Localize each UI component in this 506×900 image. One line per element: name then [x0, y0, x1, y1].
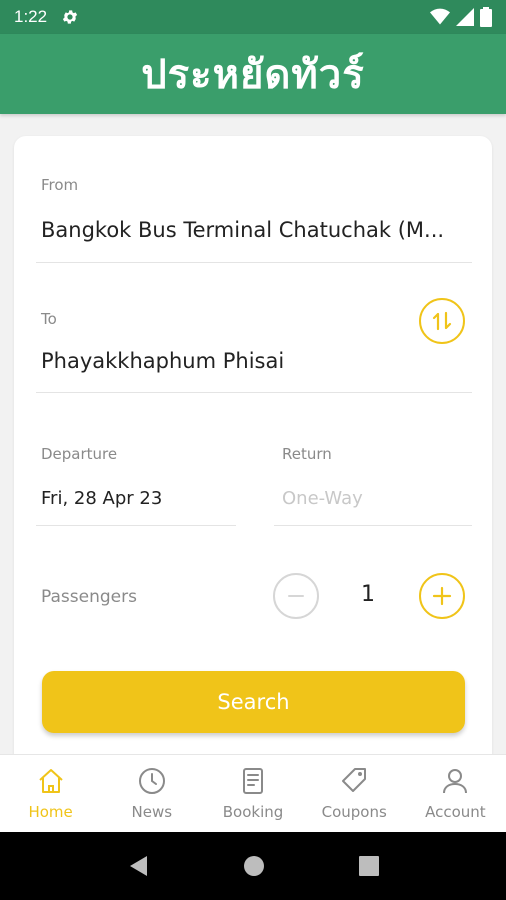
- to-field[interactable]: Phayakkhaphum Phisai: [41, 349, 401, 373]
- back-icon[interactable]: [127, 854, 149, 878]
- to-label: To: [41, 310, 57, 328]
- minus-icon: [288, 595, 304, 597]
- home-circle-icon[interactable]: [243, 855, 265, 877]
- nav-news-label: News: [131, 803, 173, 821]
- app-bar: ประหยัดทัวร์: [0, 34, 506, 114]
- swap-button[interactable]: [419, 298, 465, 344]
- nav-coupons[interactable]: Coupons: [304, 755, 405, 832]
- decrease-passengers-button[interactable]: [273, 573, 319, 619]
- return-label: Return: [282, 445, 332, 463]
- tag-icon: [342, 768, 367, 792]
- plus-icon: [432, 586, 452, 606]
- search-button[interactable]: Search: [42, 671, 465, 733]
- nav-coupons-label: Coupons: [321, 803, 387, 821]
- signal-icon: [456, 8, 474, 26]
- to-divider: [36, 392, 472, 393]
- increase-passengers-button[interactable]: [419, 573, 465, 619]
- nav-booking[interactable]: Booking: [202, 755, 303, 832]
- home-icon: [38, 769, 63, 793]
- return-field[interactable]: One-Way: [282, 488, 363, 509]
- status-icons: [430, 7, 492, 27]
- bottom-nav: Home News Booking Coupons Account: [0, 754, 506, 832]
- gear-icon: [62, 10, 78, 24]
- nav-home-label: Home: [28, 803, 73, 821]
- departure-divider: [36, 525, 236, 526]
- swap-arrows-icon: [432, 311, 452, 331]
- clock-icon: [138, 768, 165, 794]
- nav-home[interactable]: Home: [0, 755, 101, 832]
- status-bar: 1:22: [0, 0, 506, 34]
- departure-field[interactable]: Fri, 28 Apr 23: [41, 488, 162, 509]
- status-time: 1:22: [14, 7, 48, 26]
- booking-icon: [243, 768, 263, 794]
- from-divider: [36, 262, 472, 263]
- passengers-count: 1: [361, 582, 375, 607]
- nav-account-label: Account: [425, 803, 486, 821]
- from-field[interactable]: Bangkok Bus Terminal Chatuchak (M...: [41, 218, 466, 242]
- person-icon: [443, 769, 468, 794]
- nav-booking-label: Booking: [222, 803, 284, 821]
- nav-news[interactable]: News: [101, 755, 202, 832]
- from-label: From: [41, 176, 79, 194]
- app-title: ประหยัดทัวร์: [141, 52, 365, 98]
- wifi-icon: [430, 8, 450, 25]
- nav-account[interactable]: Account: [405, 755, 506, 832]
- departure-label: Departure: [41, 445, 118, 463]
- return-divider: [274, 525, 472, 526]
- passengers-label: Passengers: [41, 587, 137, 607]
- system-nav-bar: [0, 832, 506, 900]
- battery-icon: [480, 7, 492, 27]
- search-card: From Bangkok Bus Terminal Chatuchak (M..…: [14, 136, 492, 776]
- recents-square-icon[interactable]: [359, 856, 379, 876]
